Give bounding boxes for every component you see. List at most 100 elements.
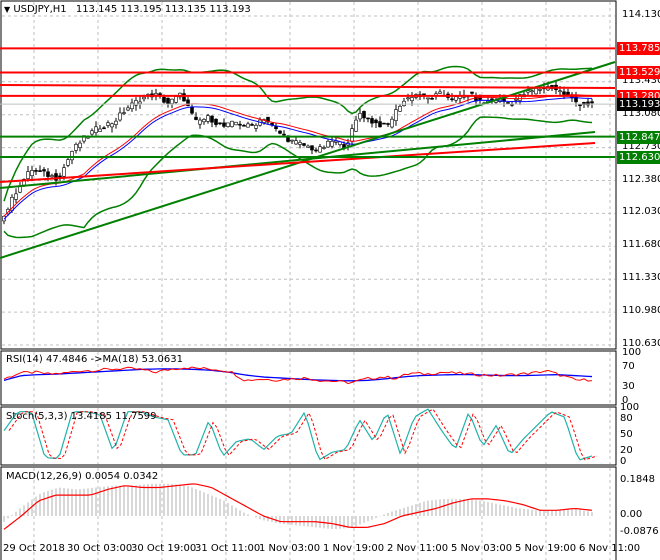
time-tick-label: 30 Oct 03:00 (67, 543, 133, 554)
candle-body (326, 140, 330, 148)
rsi-line (3, 366, 593, 385)
candle-body (558, 90, 562, 93)
price-tick-label: 112.030 (622, 206, 660, 218)
mt4-chart-window[interactable]: ▼ USDJPY,H1 113.145 113.195 113.135 113.… (0, 0, 660, 560)
time-tick-label: 1 Nov 03:00 (259, 543, 321, 554)
time-tick-label: 1 Nov 19:00 (323, 543, 385, 554)
candle-body (358, 113, 362, 120)
candle-body (306, 145, 310, 148)
candle-body (62, 167, 66, 177)
candle-body (426, 97, 430, 100)
candle-body (138, 101, 142, 104)
trendline (0, 142, 596, 183)
candle-body (106, 122, 110, 126)
candle-body (270, 122, 274, 125)
candle-body (590, 101, 594, 104)
macd-tick-label: 0.00 (620, 509, 643, 520)
candle-body (334, 140, 338, 143)
candle-body (430, 97, 434, 100)
candle-body (454, 96, 458, 101)
candle-body (394, 109, 398, 121)
price-tick-label: 112.380 (622, 173, 660, 185)
macd-tick-label: 0.1848 (620, 473, 655, 485)
rsi-tick-label: 30 (622, 380, 635, 392)
candle-body (538, 89, 542, 91)
stoch-tick-label: 0 (620, 456, 627, 467)
candle-body (234, 121, 238, 126)
stoch-tick-label: 50 (620, 429, 633, 440)
candle-body (534, 88, 538, 95)
candle-body (374, 119, 378, 124)
stoch-tick-label: 80 (620, 412, 633, 424)
candle-body (238, 123, 242, 126)
candle-body (154, 93, 158, 96)
candle-body (126, 107, 130, 111)
candle-body (50, 175, 54, 178)
candle-body (182, 93, 186, 102)
candle-body (470, 91, 474, 94)
candle-body (274, 126, 278, 129)
candle-body (166, 97, 170, 104)
candle-body (190, 106, 194, 114)
candle-body (194, 116, 198, 120)
macd-title: MACD(12,26,9) 0.0054 0.0342 (6, 471, 159, 482)
candle-body (282, 133, 286, 136)
price-level-tag: 112.630 (617, 151, 660, 164)
candle-body (102, 127, 106, 130)
ohlc-values: 113.145 113.195 113.135 113.193 (75, 4, 251, 15)
candle-body (382, 122, 386, 125)
time-tick-label: 31 Oct 11:00 (195, 543, 261, 554)
candle-body (406, 97, 410, 100)
candle-body (198, 119, 202, 125)
price-tick-label: 114.130 (622, 9, 660, 20)
candle-body (250, 124, 254, 126)
candle-body (90, 130, 94, 135)
candle-body (330, 141, 334, 147)
price-tick-label: 111.680 (622, 239, 660, 251)
candle-body (370, 118, 374, 124)
candle-body (218, 122, 222, 125)
candle-body (366, 117, 370, 120)
candle-body (42, 169, 46, 172)
candle-body (354, 119, 358, 132)
symbol-label: USDJPY,H1 (13, 4, 67, 15)
candle-body (46, 171, 50, 177)
candle-body (162, 97, 166, 103)
stoch-title: Stoch(5,3,3) 13.4185 11.7599 (6, 411, 157, 422)
price-level-tag: 113.193 (617, 98, 660, 112)
candle-body (14, 193, 18, 200)
price-tick-label: 111.330 (622, 272, 660, 284)
candle-body (30, 170, 34, 177)
candle-body (206, 115, 210, 122)
stoch-tick-label: 20 (620, 445, 633, 457)
candle-body (174, 96, 178, 103)
candle-body (562, 91, 566, 95)
candle-body (242, 124, 246, 127)
candle-body (298, 142, 302, 145)
candle-body (290, 139, 294, 142)
ma-fast (3, 97, 593, 220)
time-tick-label: 29 Oct 2018 (3, 543, 65, 554)
candle-body (70, 151, 74, 161)
candle-body (278, 130, 282, 134)
candle-body (226, 122, 230, 127)
stoch-tick-label: 100 (620, 402, 640, 413)
candle-body (210, 115, 214, 123)
candle-body (78, 142, 82, 148)
chart-header: ▼ USDJPY,H1 113.145 113.195 113.135 113.… (4, 4, 251, 15)
time-tick-label: 5 Nov 19:00 (515, 543, 577, 554)
candle-body (318, 146, 322, 153)
candle-body (302, 143, 306, 146)
candle-body (350, 128, 354, 142)
rsi-title: RSI(14) 47.4846 ->MA(18) 53.0631 (6, 354, 183, 365)
dropdown-triangle-icon[interactable]: ▼ (4, 5, 10, 14)
candle-body (246, 123, 250, 128)
rsi-tick-label: 100 (622, 347, 642, 358)
candle-body (450, 98, 454, 101)
time-tick-label: 5 Nov 03:00 (451, 543, 513, 554)
time-tick-label: 2 Nov 11:00 (387, 543, 449, 554)
candle-body (386, 123, 390, 125)
candle-body (34, 170, 38, 172)
candle-body (314, 149, 318, 152)
candle-body (506, 102, 510, 104)
